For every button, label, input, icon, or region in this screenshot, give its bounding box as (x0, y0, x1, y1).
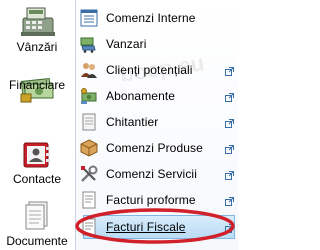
external-link-icon[interactable] (225, 193, 234, 206)
receipt-book-icon (80, 113, 98, 131)
external-link-icon[interactable] (225, 89, 234, 102)
menu-item-label: Vanzari (106, 37, 147, 51)
menu-item-label: Facturi proforme (106, 193, 196, 207)
money-stack-icon (80, 87, 98, 105)
address-book-icon (20, 140, 54, 173)
cash-register-icon (17, 4, 57, 41)
sidebar-item-label: Vânzări (16, 40, 58, 54)
submenu: Comenzi Interne Vanzari Clienți potenția… (75, 0, 237, 250)
sidebar-item-label: Financiare (8, 78, 66, 92)
list-window-icon (80, 9, 98, 27)
menu-item-clienti-potentiali[interactable]: Clienți potențiali (75, 58, 237, 82)
menu-item-label: Facturi Fiscale (106, 220, 186, 234)
tools-icon (80, 165, 98, 183)
sidebar-item-label: Documente (6, 234, 68, 248)
menu-item-label: Clienți potențiali (106, 63, 193, 77)
main-sidebar: Vânzări Financiare Contacte Documente (0, 0, 74, 250)
menu-item-abonamente[interactable]: Abonamente (75, 84, 237, 108)
cart-money-icon (80, 35, 98, 53)
sidebar-item-financiare[interactable] (0, 68, 74, 128)
external-link-icon[interactable] (225, 167, 234, 180)
menu-item-label: Comenzi Interne (106, 11, 196, 25)
menu-item-comenzi-servicii[interactable]: Comenzi Servicii (75, 162, 237, 186)
sidebar-item-documente[interactable]: Documente (0, 196, 74, 250)
menu-item-comenzi-interne[interactable]: Comenzi Interne (75, 6, 237, 30)
menu-item-vanzari[interactable]: Vanzari (75, 32, 237, 56)
menu-item-facturi-proforme[interactable]: Facturi proforme (75, 188, 237, 212)
invoice-icon (80, 191, 98, 209)
menu-item-facturi-fiscale[interactable]: Facturi Fiscale (75, 215, 237, 239)
menu-item-label: Abonamente (106, 89, 176, 103)
external-link-icon[interactable] (225, 141, 234, 154)
external-link-icon[interactable] (225, 115, 234, 128)
sidebar-item-vanzari[interactable]: Vânzări (0, 0, 74, 60)
sidebar-item-label: Contacte (12, 172, 62, 186)
invoice-icon (80, 218, 98, 236)
menu-item-chitantier[interactable]: Chitantier (75, 110, 237, 134)
documents-icon (21, 200, 53, 235)
external-link-icon[interactable] (225, 220, 234, 233)
menu-item-comenzi-produse[interactable]: Comenzi Produse (75, 136, 237, 160)
sidebar-item-contacte[interactable]: Contacte (0, 134, 74, 186)
menu-item-label: Comenzi Produse (106, 141, 203, 155)
people-icon (80, 61, 98, 79)
external-link-icon[interactable] (225, 63, 234, 76)
box-icon (80, 139, 98, 157)
menu-item-label: Comenzi Servicii (106, 167, 197, 181)
menu-item-label: Chitantier (106, 115, 159, 129)
